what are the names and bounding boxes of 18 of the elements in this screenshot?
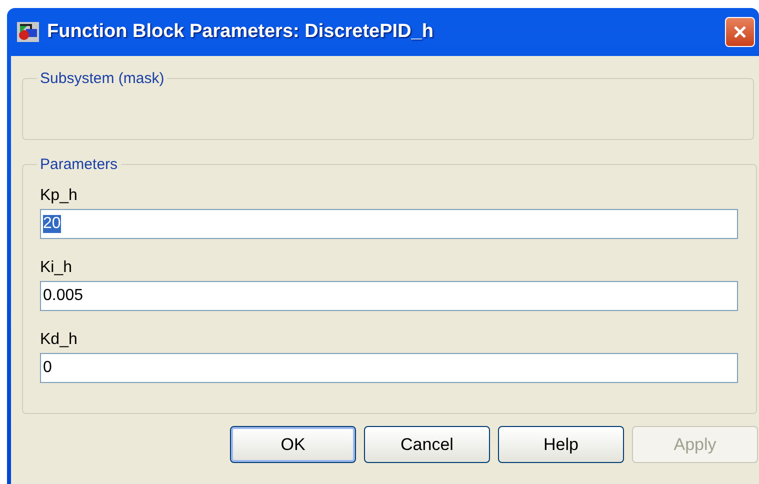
group-title: Subsystem (mask) [39,70,166,87]
input-field[interactable]: 0 [40,353,738,383]
field-value: 0 [43,359,52,377]
field-value: 20 [43,215,61,233]
input-field[interactable]: 0.005 [40,281,738,311]
parameter-label: Ki_h [40,259,74,278]
window-title: Function Block Parameters: DiscretePID_h [47,21,434,43]
input-field[interactable]: 20 [40,209,738,239]
parameter-label: Kp_h [40,187,78,206]
close-button[interactable] [725,17,755,47]
group-title: Parameters [39,156,119,173]
close-icon [732,24,748,40]
dialog-button[interactable]: Help [498,426,624,463]
parameter-label: Kd_h [40,331,78,350]
field-value: 0.005 [43,287,84,305]
dialog-button[interactable]: Cancel [364,426,490,463]
block-diagram-icon [17,22,39,42]
dialog-button[interactable]: OK [230,426,356,463]
